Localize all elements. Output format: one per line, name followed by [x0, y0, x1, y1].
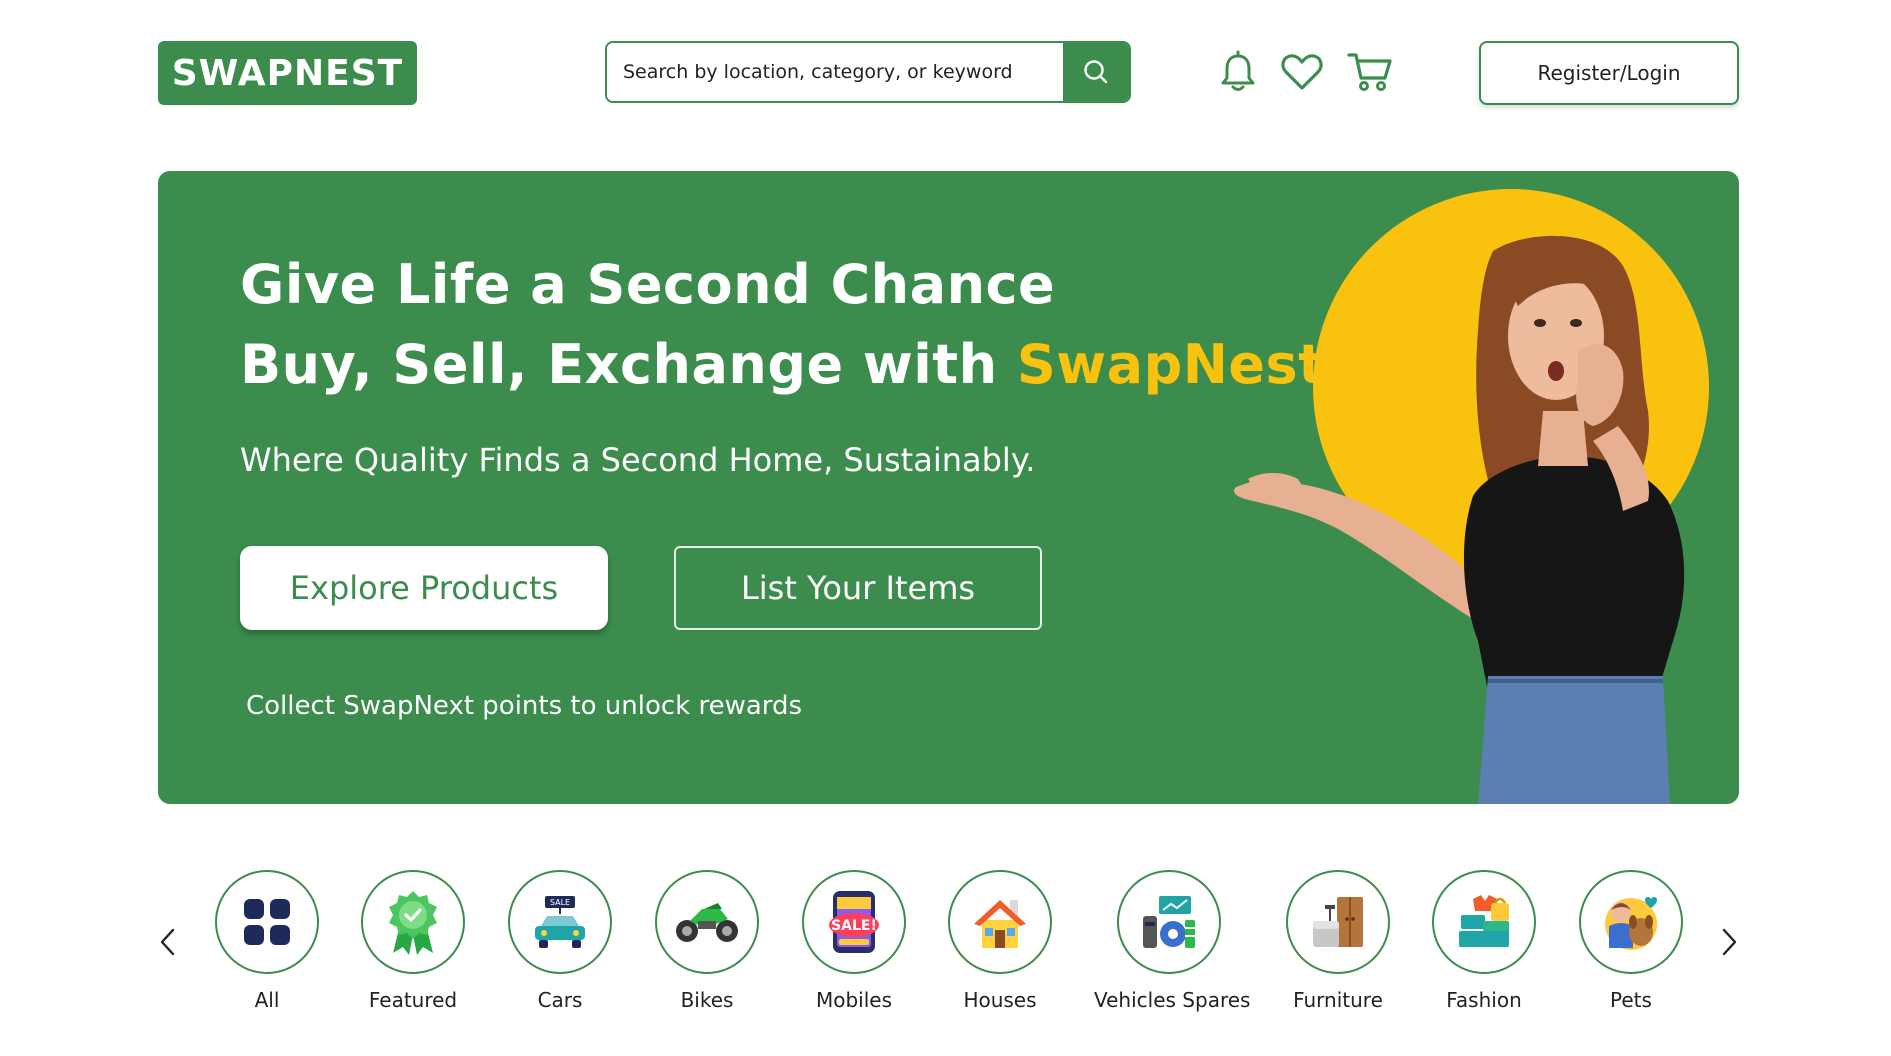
category-cars[interactable]: SALE Cars: [485, 870, 635, 1012]
wishlist-button[interactable]: [1278, 48, 1326, 96]
category-all-circle: [215, 870, 319, 974]
search-button[interactable]: [1063, 43, 1129, 101]
chevron-right-icon: [1722, 928, 1737, 956]
category-all[interactable]: All: [192, 870, 342, 1012]
hero-headline-line1: Give Life a Second Chance: [240, 253, 1056, 316]
category-label: Pets: [1610, 988, 1652, 1012]
headline-prefix: Buy, Sell, Exchange with: [240, 333, 1017, 396]
hero-banner: Give Life a Second Chance Buy, Sell, Exc…: [158, 171, 1739, 804]
chevron-left-icon: [160, 928, 175, 956]
search-bar: [605, 41, 1131, 103]
category-featured[interactable]: Featured: [338, 870, 488, 1012]
category-houses-circle: [948, 870, 1052, 974]
badge-icon: [389, 891, 437, 955]
category-label: Featured: [368, 988, 458, 1012]
category-label: Vehicles Spares: [1094, 988, 1251, 1012]
explore-products-button[interactable]: Explore Products: [240, 546, 608, 630]
category-fashion-circle: [1432, 870, 1536, 974]
register-login-button[interactable]: Register/Login: [1479, 41, 1739, 105]
house-icon: [974, 900, 1026, 948]
bell-icon: [1221, 50, 1255, 91]
hero-model-image: [1233, 235, 1685, 804]
svg-text:SALE!: SALE!: [831, 918, 877, 934]
hero-subtitle: Where Quality Finds a Second Home, Susta…: [240, 441, 1036, 479]
search-icon: [1084, 60, 1108, 84]
motorbike-icon: [676, 903, 738, 942]
cart-icon: [1347, 53, 1392, 91]
furniture-icon: [1313, 897, 1363, 947]
rewards-text: Collect SwapNext points to unlock reward…: [246, 691, 803, 721]
category-label: Cars: [537, 988, 583, 1012]
category-furniture[interactable]: Furniture: [1263, 870, 1413, 1012]
category-label: Fashion: [1446, 988, 1522, 1012]
category-pets-circle: [1579, 870, 1683, 974]
fashion-icon: [1459, 895, 1509, 947]
category-pets[interactable]: Pets: [1556, 870, 1706, 1012]
category-bikes-circle: [655, 870, 759, 974]
category-fashion[interactable]: Fashion: [1409, 870, 1559, 1012]
list-items-button[interactable]: List Your Items: [674, 546, 1042, 630]
category-mobiles[interactable]: SALE! Mobiles: [779, 870, 929, 1012]
heart-icon: [1281, 54, 1323, 90]
grid-icon: [244, 899, 290, 945]
category-label: Bikes: [680, 988, 734, 1012]
category-houses[interactable]: Houses: [925, 870, 1075, 1012]
category-vehicles-spares-circle: [1117, 870, 1221, 974]
search-input[interactable]: [607, 43, 1063, 101]
category-label: Houses: [963, 988, 1037, 1012]
category-label: Mobiles: [815, 988, 893, 1012]
carousel-prev-button[interactable]: [151, 922, 185, 962]
svg-text:SALE: SALE: [550, 898, 570, 907]
category-label: All: [254, 988, 280, 1012]
cart-button[interactable]: [1346, 48, 1394, 96]
carousel-next-button[interactable]: [1712, 922, 1746, 962]
car-icon: SALE: [535, 896, 585, 948]
phone-sale-icon: SALE!: [829, 891, 879, 953]
category-label: Furniture: [1293, 988, 1383, 1012]
category-cars-circle: SALE: [508, 870, 612, 974]
category-vehicles-spares[interactable]: Vehicles Spares: [1094, 870, 1251, 1012]
notifications-button[interactable]: [1214, 48, 1262, 96]
category-featured-circle: [361, 870, 465, 974]
category-bikes[interactable]: Bikes: [632, 870, 782, 1012]
spares-icon: [1143, 896, 1195, 948]
logo[interactable]: SWAPNEST: [158, 41, 417, 105]
category-mobiles-circle: SALE!: [802, 870, 906, 974]
category-furniture-circle: [1286, 870, 1390, 974]
pets-icon: [1605, 897, 1657, 950]
